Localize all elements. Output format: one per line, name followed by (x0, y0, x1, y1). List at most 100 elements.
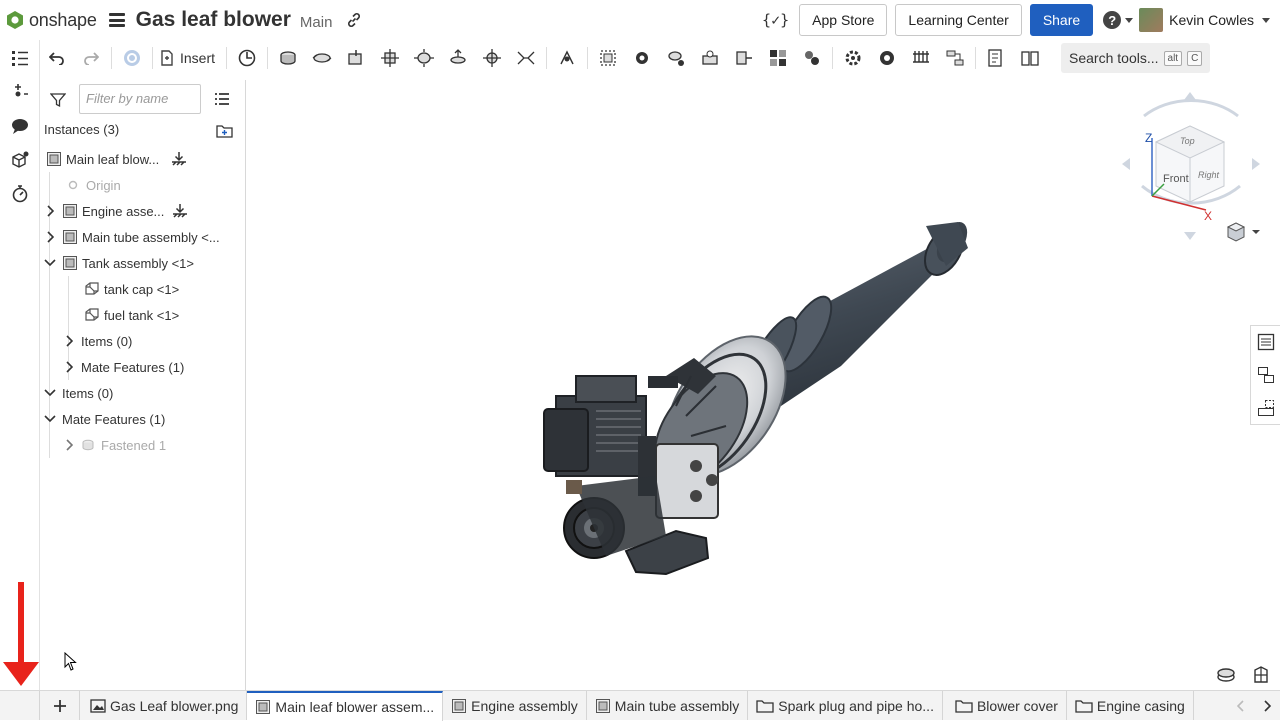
tree-item-main-leaf-blower[interactable]: Main leaf blow... (46, 146, 187, 172)
revolute-mate-icon[interactable] (305, 41, 339, 75)
tree-item-tank-cap[interactable]: tank cap <1> (84, 276, 179, 302)
screw-relation-icon[interactable] (693, 41, 727, 75)
chevron-right-icon[interactable] (1263, 699, 1271, 712)
chevron-right-icon[interactable] (63, 361, 75, 373)
branch-name[interactable]: Main (300, 14, 333, 31)
user-caret-icon[interactable] (1262, 17, 1270, 23)
tab-engine-assembly[interactable]: Engine assembly (443, 691, 587, 720)
chevron-left-icon[interactable] (1237, 699, 1245, 712)
fastened-mate-icon[interactable] (271, 41, 305, 75)
view-cube-right[interactable]: Right (1198, 170, 1220, 180)
learning-center-button[interactable]: Learning Center (895, 4, 1022, 36)
tree-item-fuel-tank[interactable]: fuel tank <1> (84, 302, 179, 328)
measure-icon[interactable] (904, 41, 938, 75)
section-icon[interactable] (938, 41, 972, 75)
stopwatch-icon[interactable] (0, 177, 40, 211)
animate-icon[interactable] (795, 41, 829, 75)
parts-icon[interactable] (0, 143, 40, 177)
chevron-right-icon[interactable] (63, 335, 75, 347)
tree-item-label: fuel tank <1> (104, 307, 180, 323)
main-menu-icon[interactable] (108, 13, 125, 27)
filter-input[interactable]: Filter by name (79, 84, 201, 114)
display-mode-icon[interactable] (1216, 666, 1236, 684)
planar-mate-icon[interactable] (373, 41, 407, 75)
appearance-panel-icon[interactable] (1257, 326, 1275, 359)
insert-button[interactable]: Insert (160, 50, 215, 66)
tree-item-fastened[interactable]: Fastened 1 (63, 432, 166, 458)
tree-item-engine-assembly[interactable]: Engine asse... (44, 198, 188, 224)
tab-main-tube-assembly[interactable]: Main tube assembly (587, 691, 749, 720)
rack-pinion-icon[interactable] (659, 41, 693, 75)
chevron-down-icon[interactable] (44, 387, 56, 399)
tree-item-items[interactable]: Items (0) (44, 380, 113, 406)
bom-icon[interactable] (979, 41, 1013, 75)
tab-label: Engine casing (1096, 697, 1185, 714)
ball-mate-icon[interactable] (475, 41, 509, 75)
link-icon[interactable] (346, 12, 362, 28)
gear-icon[interactable] (870, 41, 904, 75)
tab-gas-leaf-blower-png[interactable]: Gas Leaf blower.png (82, 691, 248, 720)
user-name[interactable]: Kevin Cowles (1169, 12, 1254, 28)
avatar[interactable] (1139, 8, 1164, 32)
tab-main-leaf-blower-assembly[interactable]: Main leaf blower assem... (247, 690, 444, 721)
tree-item-mate-features-sub[interactable]: Mate Features (1) (63, 354, 184, 380)
linear-relation-icon[interactable] (727, 41, 761, 75)
view-cube-top[interactable]: Top (1180, 136, 1195, 146)
properties-icon[interactable] (1257, 391, 1275, 424)
feature-list-icon[interactable] (0, 41, 40, 75)
chevron-right-icon[interactable] (44, 231, 56, 243)
onshape-logo[interactable]: onshape (6, 10, 97, 31)
search-tools-button[interactable]: Search tools... alt C (1061, 43, 1211, 73)
configurations-icon[interactable] (1257, 359, 1275, 392)
parallel-mate-icon[interactable] (509, 41, 543, 75)
chevron-right-icon[interactable] (44, 205, 56, 217)
chevron-down-icon[interactable] (44, 413, 56, 425)
undo-icon[interactable] (40, 41, 74, 75)
tree-item-label: Origin (86, 177, 121, 193)
tree-item-items-sub[interactable]: Items (0) (63, 328, 132, 354)
assembly-icon (63, 230, 77, 244)
replicate-icon[interactable] (230, 41, 264, 75)
sync-icon[interactable] (115, 41, 149, 75)
variable-studio-icon[interactable]: {✓} (762, 11, 789, 29)
group-icon[interactable] (591, 41, 625, 75)
view-options-icon[interactable] (1226, 222, 1262, 242)
tree-item-label: Main tube assembly <... (82, 229, 220, 245)
tree-item-tank-assembly[interactable]: Tank assembly <1> (44, 250, 194, 276)
named-views-icon[interactable] (1013, 41, 1047, 75)
tree-item-origin[interactable]: Origin (68, 172, 121, 198)
tab-label: Main leaf blower assem... (275, 698, 435, 715)
app-store-button[interactable]: App Store (799, 4, 888, 36)
redo-icon[interactable] (74, 41, 108, 75)
tab-blower-cover[interactable]: Blower cover (943, 691, 1067, 720)
add-tab-button[interactable] (40, 691, 80, 720)
gear-relation-icon[interactable] (625, 41, 659, 75)
onshape-logo-icon (7, 11, 23, 29)
help-menu[interactable]: ? (1103, 11, 1134, 29)
slider-mate-icon[interactable] (339, 41, 373, 75)
document-title[interactable]: Gas leaf blower (136, 8, 291, 32)
graphics-viewport[interactable]: Top Front Right Z X (246, 76, 1280, 690)
share-button[interactable]: Share (1029, 4, 1094, 36)
tab-manager-icon[interactable] (0, 691, 40, 720)
view-cube-front[interactable]: Front (1163, 173, 1189, 185)
filter-icon[interactable] (50, 92, 66, 108)
list-view-icon[interactable] (214, 92, 230, 106)
cylindrical-mate-icon[interactable] (407, 41, 441, 75)
tree-item-main-tube-assembly[interactable]: Main tube assembly <... (44, 224, 220, 250)
tab-spark-plug[interactable]: Spark plug and pipe ho... (748, 691, 943, 720)
chevron-down-icon[interactable] (44, 257, 56, 269)
comments-icon[interactable] (0, 109, 40, 143)
tree-item-mate-features[interactable]: Mate Features (1) (44, 406, 165, 432)
pin-slot-mate-icon[interactable] (441, 41, 475, 75)
settings-icon[interactable] (836, 41, 870, 75)
tree-item-label: Mate Features (1) (81, 359, 185, 375)
tab-engine-casing[interactable]: Engine casing (1067, 691, 1194, 720)
mate-connector-list-icon[interactable] (0, 75, 40, 109)
right-dock (1250, 325, 1280, 425)
new-folder-icon[interactable] (216, 123, 234, 139)
chevron-right-icon[interactable] (63, 439, 75, 451)
section-view-icon[interactable] (1252, 666, 1270, 684)
explode-icon[interactable] (761, 41, 795, 75)
mate-connector-icon[interactable] (550, 41, 584, 75)
